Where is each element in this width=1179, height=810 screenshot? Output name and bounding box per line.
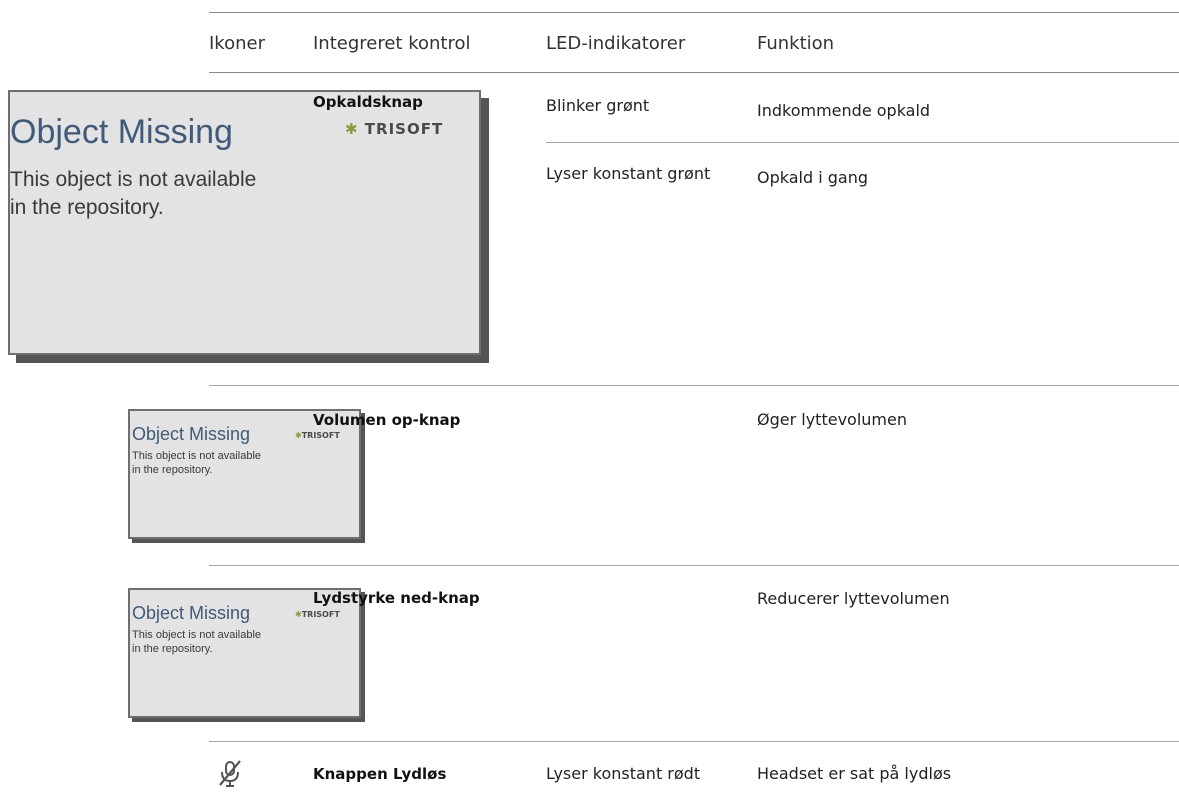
row-divider <box>209 385 1179 386</box>
placeholder-title: Object Missing <box>10 113 233 151</box>
table-top-border <box>209 12 1179 13</box>
trisoft-logo: ✱ TRISOFT <box>345 120 444 138</box>
control-mute-button: Knappen Lydløs <box>313 765 447 783</box>
led-steady-green: Lyser konstant grønt <box>546 164 711 183</box>
header-function: Funktion <box>757 33 835 54</box>
row-divider <box>209 741 1179 742</box>
function-incoming-call: Indkommende opkald <box>757 101 931 120</box>
placeholder-description: This object is not available in the repo… <box>10 168 257 219</box>
function-headset-muted: Headset er sat på lydløs <box>757 764 952 783</box>
control-call-button: Opkaldsknap <box>313 93 423 111</box>
placeholder-title: Object Missing <box>132 603 251 623</box>
led-steady-red: Lyser konstant rødt <box>546 764 701 783</box>
function-volume-down: Reducerer lyttevolumen <box>757 589 950 608</box>
header-bottom-border <box>209 72 1179 73</box>
mute-icon <box>219 760 241 787</box>
placeholder-title: Object Missing <box>132 424 251 444</box>
header-led: LED-indikatorer <box>546 33 686 54</box>
trisoft-logo: ✱TRISOFT <box>295 431 340 440</box>
function-call-in-progress: Opkald i gang <box>757 168 869 187</box>
placeholder-description: This object is not available in the repo… <box>132 629 262 655</box>
led-blinking-green: Blinker grønt <box>546 96 650 115</box>
header-control: Integreret kontrol <box>313 33 471 54</box>
header-icons: Ikoner <box>209 33 265 54</box>
function-volume-up: Øger lyttevolumen <box>757 410 907 429</box>
row-divider <box>546 142 1179 143</box>
row-divider <box>209 565 1179 566</box>
control-volume-down: Lydstyrke ned-knap <box>313 589 480 607</box>
trisoft-logo: ✱TRISOFT <box>295 610 340 619</box>
control-volume-up: Volumen op-knap <box>313 411 461 429</box>
object-missing-placeholder: Object Missing ✱ TRISOFT This object is … <box>8 90 481 355</box>
placeholder-description: This object is not available in the repo… <box>132 450 262 476</box>
